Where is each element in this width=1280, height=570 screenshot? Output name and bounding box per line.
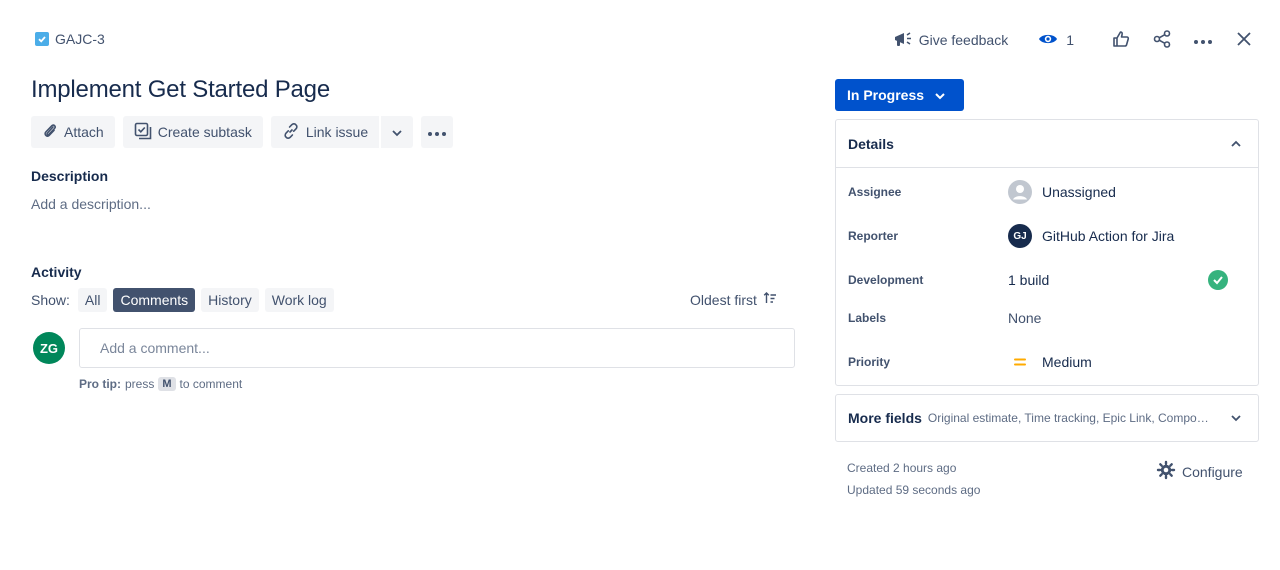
development-value[interactable]: 1 build <box>1008 272 1049 288</box>
pro-tip-lead: Pro tip: <box>79 377 121 391</box>
close-icon <box>1236 31 1252 50</box>
description-heading: Description <box>31 168 109 184</box>
megaphone-icon <box>893 30 913 51</box>
priority-label: Priority <box>848 355 891 369</box>
share-icon <box>1152 29 1172 52</box>
activity-heading: Activity <box>31 264 82 280</box>
filter-work-log[interactable]: Work log <box>264 288 334 312</box>
show-label: Show: <box>31 292 70 308</box>
pro-tip-tail: to comment <box>179 377 243 391</box>
status-label: In Progress <box>847 87 925 103</box>
thumbs-up-icon <box>1112 30 1130 51</box>
created-timestamp: Created 2 hours ago <box>847 461 957 475</box>
top-actions: Give feedback 1 <box>893 26 1260 54</box>
chevron-down-icon <box>934 87 946 103</box>
watch-button[interactable]: 1 <box>1038 26 1074 54</box>
assignee-row: Assignee Unassigned <box>848 176 1246 208</box>
labels-label: Labels <box>848 311 887 325</box>
assignee-label: Assignee <box>848 185 902 199</box>
link-issue-dropdown-button[interactable] <box>381 116 414 148</box>
filter-comments[interactable]: Comments <box>113 288 196 312</box>
assignee-value: Unassigned <box>1042 184 1116 200</box>
status-transition-button[interactable]: In Progress <box>835 79 964 111</box>
ellipsis-icon <box>427 124 447 140</box>
development-label: Development <box>848 273 924 287</box>
pro-tip: Pro tip: press M to comment <box>79 377 242 391</box>
configure-label: Configure <box>1182 463 1243 480</box>
priority-field[interactable]: Medium <box>1008 354 1092 370</box>
unassigned-avatar-icon <box>1008 180 1032 204</box>
current-user-avatar: ZG <box>33 332 65 364</box>
development-row: Development 1 build <box>848 264 1246 296</box>
labels-value[interactable]: None <box>1008 310 1041 326</box>
sort-order-button[interactable]: Oldest first <box>690 291 777 308</box>
toolbar-more-button[interactable] <box>421 116 454 148</box>
more-fields-summary: Original estimate, Time tracking, Epic L… <box>927 411 1210 425</box>
eye-icon <box>1038 32 1058 49</box>
link-icon <box>282 122 300 143</box>
issue-key: GAJC-3 <box>55 31 105 47</box>
ellipsis-icon <box>1193 32 1213 48</box>
reporter-label: Reporter <box>848 229 899 243</box>
give-feedback-button[interactable]: Give feedback <box>893 26 1009 54</box>
updated-timestamp: Updated 59 seconds ago <box>847 483 981 497</box>
chevron-down-icon <box>391 124 403 140</box>
chevron-up-icon[interactable] <box>1230 135 1242 153</box>
give-feedback-label: Give feedback <box>918 32 1009 48</box>
assignee-field[interactable]: Unassigned <box>1008 180 1116 204</box>
configure-button[interactable]: Configure <box>1156 460 1243 483</box>
sort-label: Oldest first <box>690 291 757 308</box>
reporter-field[interactable]: GJ GitHub Action for Jira <box>1008 224 1174 248</box>
attach-button[interactable]: Attach <box>31 116 115 148</box>
build-success-icon <box>1208 270 1228 290</box>
link-issue-label: Link issue <box>305 124 369 140</box>
reporter-value: GitHub Action for Jira <box>1042 228 1175 244</box>
link-issue-button[interactable]: Link issue <box>270 116 380 148</box>
priority-row: Priority Medium <box>848 346 1246 378</box>
sort-ascending-icon <box>763 291 777 308</box>
like-button[interactable] <box>1105 26 1137 54</box>
close-button[interactable] <box>1228 26 1260 54</box>
attach-label: Attach <box>64 124 104 140</box>
labels-row: Labels None <box>848 302 1246 334</box>
create-subtask-button[interactable]: Create subtask <box>122 116 263 148</box>
more-fields-title: More fields <box>848 410 922 426</box>
gear-icon <box>1156 460 1176 483</box>
filter-all[interactable]: All <box>77 288 108 312</box>
more-actions-button[interactable] <box>1187 26 1219 54</box>
issue-toolbar: Attach Create subtask Link issue <box>31 116 454 148</box>
share-button[interactable] <box>1146 26 1178 54</box>
filter-history[interactable]: History <box>201 288 259 312</box>
chevron-down-icon <box>1230 414 1242 422</box>
task-type-icon <box>35 32 49 46</box>
link-issue-group: Link issue <box>270 116 414 148</box>
paperclip-icon <box>42 122 58 143</box>
reporter-row: Reporter GJ GitHub Action for Jira <box>848 220 1246 252</box>
priority-medium-icon <box>1008 357 1032 367</box>
issue-key-link[interactable]: GAJC-3 <box>35 31 105 47</box>
subtask-icon <box>134 122 152 143</box>
add-comment-input[interactable]: Add a comment... <box>79 328 795 368</box>
more-fields-panel[interactable]: More fields Original estimate, Time trac… <box>835 394 1259 442</box>
create-subtask-label: Create subtask <box>157 124 252 140</box>
reporter-avatar: GJ <box>1008 224 1032 248</box>
activity-filters: Show: All Comments History Work log <box>31 288 334 312</box>
watch-count: 1 <box>1066 32 1074 48</box>
details-header[interactable]: Details <box>836 120 1258 168</box>
pro-tip-press: press <box>125 377 155 391</box>
details-panel: Details Assignee Unassigned Reporter GJ … <box>835 119 1259 386</box>
priority-value: Medium <box>1042 354 1092 370</box>
description-field[interactable]: Add a description... <box>31 196 151 212</box>
details-heading: Details <box>848 135 894 152</box>
issue-title[interactable]: Implement Get Started Page <box>31 76 330 104</box>
pro-tip-key: M <box>158 377 176 391</box>
